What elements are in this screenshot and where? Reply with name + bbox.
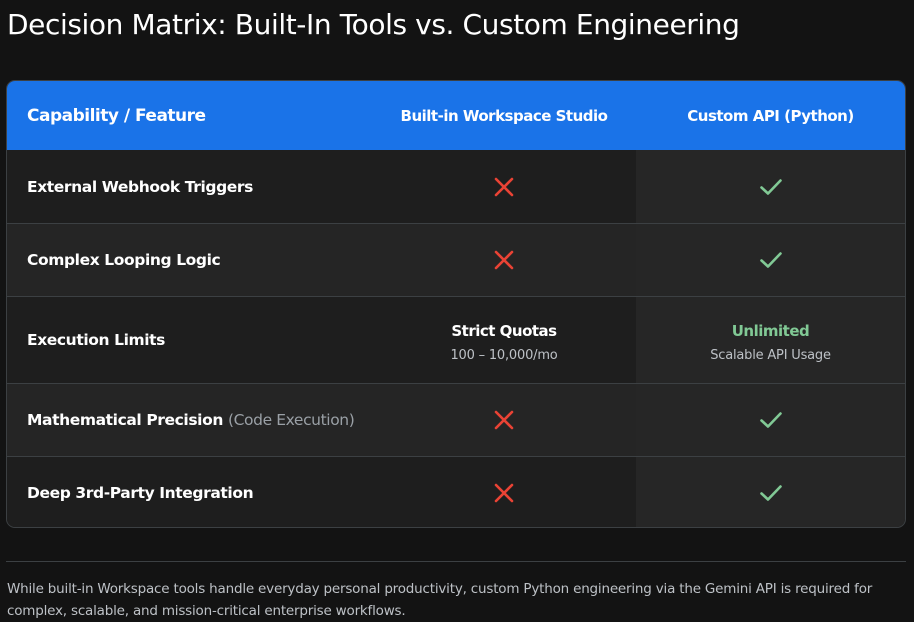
decision-matrix-table: Capability / Feature Built-in Workspace … [6, 80, 906, 528]
table-row: Complex Looping Logic [7, 223, 905, 296]
table-header: Capability / Feature Built-in Workspace … [7, 81, 905, 150]
header-feature: Capability / Feature [27, 105, 206, 126]
cross-icon [493, 249, 515, 271]
feature-label: Execution Limits [7, 297, 372, 383]
check-icon [759, 483, 783, 503]
page-title: Decision Matrix: Built-In Tools vs. Cust… [7, 8, 740, 41]
cross-icon [493, 409, 515, 431]
custom-detail: Scalable API Usage [710, 347, 831, 363]
feature-label: Deep 3rd-Party Integration [7, 457, 372, 527]
table-row: Deep 3rd-Party Integration [7, 456, 905, 527]
table-row: Mathematical Precision (Code Execution) [7, 383, 905, 456]
feature-label: Mathematical Precision (Code Execution) [7, 384, 372, 456]
custom-value: Unlimited [731, 321, 810, 340]
check-icon [759, 250, 783, 270]
header-builtin: Built-in Workspace Studio [400, 106, 608, 125]
feature-label: Complex Looping Logic [7, 224, 372, 296]
feature-label: External Webhook Triggers [7, 150, 372, 223]
cross-icon [493, 176, 515, 198]
table-row: External Webhook Triggers [7, 150, 905, 223]
cross-icon [493, 482, 515, 504]
check-icon [759, 177, 783, 197]
builtin-detail: 100 – 10,000/mo [450, 347, 558, 363]
divider [6, 561, 906, 562]
builtin-value: Strict Quotas [451, 321, 557, 340]
header-custom: Custom API (Python) [687, 106, 854, 125]
footnote: While built-in Workspace tools handle ev… [7, 581, 873, 619]
check-icon [759, 410, 783, 430]
table-row: Execution Limits Strict Quotas 100 – 10,… [7, 296, 905, 383]
feature-note: (Code Execution) [227, 411, 355, 429]
